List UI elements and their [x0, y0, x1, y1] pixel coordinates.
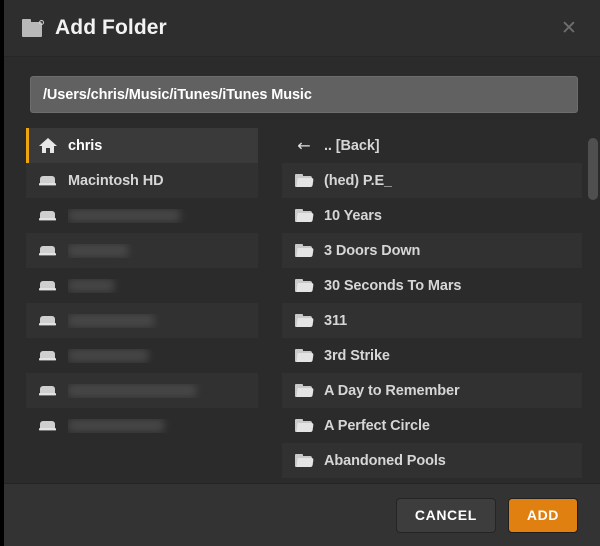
add-folder-icon: [22, 18, 44, 38]
folder-icon: [294, 277, 314, 295]
folder-icon: [294, 382, 314, 400]
disk-icon: [38, 207, 58, 225]
folder-icon: [294, 242, 314, 260]
cancel-button[interactable]: CANCEL: [395, 497, 496, 533]
dialog-scrollbar-track[interactable]: [588, 138, 598, 479]
file-list-item[interactable]: 3 Doors Down: [282, 233, 582, 268]
close-icon[interactable]: ✕: [556, 15, 582, 41]
folder-icon: [294, 452, 314, 470]
home-icon: [38, 137, 58, 155]
add-button[interactable]: ADD: [507, 497, 578, 533]
file-list-item-label: Abandoned Pools: [324, 452, 446, 469]
path-input[interactable]: [30, 76, 578, 113]
file-list-item[interactable]: 311: [282, 303, 582, 338]
dialog-footer: CANCEL ADD: [4, 483, 600, 546]
redacted-label: [68, 208, 258, 223]
file-list-item-label: A Day to Remember: [324, 382, 460, 399]
redacted-label: [68, 243, 258, 258]
redacted-label: [68, 383, 258, 398]
dialog-title: Add Folder: [55, 16, 167, 39]
add-folder-dialog: Add Folder ✕ chris Macintosh HD ← .. [Back…: [4, 0, 600, 546]
redacted-label: [68, 348, 258, 363]
file-list-item[interactable]: ← .. [Back]: [282, 128, 582, 163]
folder-icon: [294, 312, 314, 330]
file-list-item-label: 30 Seconds To Mars: [324, 277, 462, 294]
places-list-item[interactable]: [26, 373, 258, 408]
places-list-item-label: chris: [68, 137, 103, 154]
folder-icon: [294, 207, 314, 225]
places-list-item[interactable]: Macintosh HD: [26, 163, 258, 198]
file-list-item[interactable]: 3rd Strike: [282, 338, 582, 373]
file-list-item[interactable]: A Day to Remember: [282, 373, 582, 408]
places-list-item[interactable]: [26, 408, 258, 443]
back-arrow-icon: ←: [297, 135, 311, 155]
redacted-label: [68, 418, 258, 433]
places-list-item[interactable]: chris: [26, 128, 258, 163]
places-list-item-label: Macintosh HD: [68, 172, 164, 189]
disk-icon: [38, 347, 58, 365]
browser-columns: chris Macintosh HD ← .. [Back] (hed) P.E_ 10…: [4, 128, 600, 483]
folder-icon: [294, 347, 314, 365]
folder-icon: [294, 417, 314, 435]
disk-icon: [38, 382, 58, 400]
file-list-item[interactable]: Abandoned Pools: [282, 443, 582, 478]
file-list[interactable]: ← .. [Back] (hed) P.E_ 10 Years 3 Doors Down…: [282, 128, 582, 483]
dialog-header: Add Folder ✕: [4, 0, 600, 57]
file-list-item-label: 3 Doors Down: [324, 242, 421, 259]
file-list-item-label: (hed) P.E_: [324, 172, 393, 189]
disk-icon: [38, 242, 58, 260]
dialog-scrollbar-thumb[interactable]: [588, 138, 598, 200]
disk-icon: [38, 277, 58, 295]
file-list-item-label: A Perfect Circle: [324, 417, 430, 434]
file-list-item[interactable]: 10 Years: [282, 198, 582, 233]
disk-icon: [38, 172, 58, 190]
file-list-item-label: 10 Years: [324, 207, 382, 224]
folder-icon: [294, 172, 314, 190]
places-list-item[interactable]: [26, 198, 258, 233]
redacted-label: [68, 278, 258, 293]
file-list-item[interactable]: (hed) P.E_: [282, 163, 582, 198]
disk-icon: [38, 312, 58, 330]
file-list-item[interactable]: 30 Seconds To Mars: [282, 268, 582, 303]
file-list-item-label: 311: [324, 312, 348, 329]
places-list-item[interactable]: [26, 303, 258, 338]
file-list-item[interactable]: A Perfect Circle: [282, 408, 582, 443]
path-field-container: [4, 57, 600, 128]
file-list-item-label: .. [Back]: [324, 137, 380, 154]
disk-icon: [38, 417, 58, 435]
places-list-item[interactable]: [26, 338, 258, 373]
file-list-item-label: 3rd Strike: [324, 347, 390, 364]
places-list-item[interactable]: [26, 233, 258, 268]
redacted-label: [68, 313, 258, 328]
places-list-item[interactable]: [26, 268, 258, 303]
places-list[interactable]: chris Macintosh HD: [26, 128, 258, 483]
